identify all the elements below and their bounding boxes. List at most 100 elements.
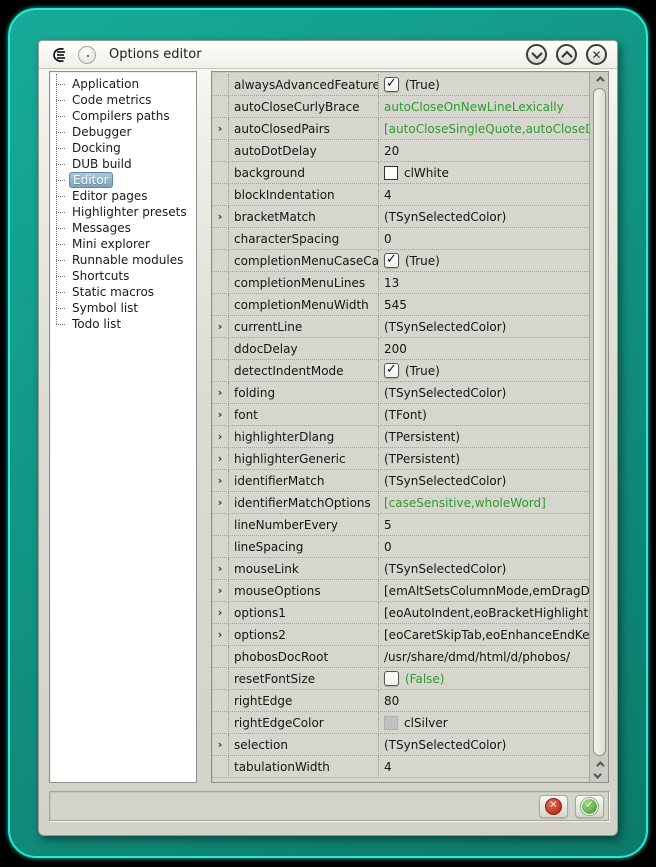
property-row[interactable]: characterSpacing0 — [212, 228, 589, 250]
property-row[interactable]: ›autoClosedPairs[autoCloseSingleQuote,au… — [212, 118, 589, 140]
property-row[interactable]: ›currentLine(TSynSelectedColor) — [212, 316, 589, 338]
sidebar-item-symbol-list[interactable]: Symbol list — [56, 300, 196, 316]
sidebar-item-debugger[interactable]: Debugger — [56, 124, 196, 140]
expand-arrow-icon[interactable]: › — [212, 602, 228, 624]
scroll-up-button-2[interactable] — [596, 758, 602, 770]
property-row[interactable]: completionMenuWidth545 — [212, 294, 589, 316]
property-row[interactable]: tabulationWidth4 — [212, 756, 589, 778]
property-value[interactable]: (TSynSelectedColor) — [378, 316, 589, 338]
property-value[interactable]: 4 — [378, 756, 589, 778]
property-value[interactable]: (TSynSelectedColor) — [378, 734, 589, 756]
sidebar-item-shortcuts[interactable]: Shortcuts — [56, 268, 196, 284]
expand-arrow-icon[interactable]: › — [212, 404, 228, 426]
sidebar-item-code-metrics[interactable]: Code metrics — [56, 92, 196, 108]
titlebar[interactable]: Options editor ✕ — [39, 41, 617, 69]
property-row[interactable]: ›font(TFont) — [212, 404, 589, 426]
sidebar-item-highlighter-presets[interactable]: Highlighter presets — [56, 204, 196, 220]
checkbox[interactable] — [384, 671, 399, 686]
property-value[interactable]: [autoCloseSingleQuote,autoCloseDo — [378, 118, 589, 140]
checkbox[interactable]: ✓ — [384, 363, 399, 378]
property-value[interactable]: (TPersistent) — [378, 426, 589, 448]
property-value[interactable]: 0 — [378, 536, 589, 558]
sidebar-item-static-macros[interactable]: Static macros — [56, 284, 196, 300]
close-button[interactable]: ✕ — [586, 44, 607, 65]
property-value[interactable]: (TPersistent) — [378, 448, 589, 470]
property-row[interactable]: resetFontSize(False) — [212, 668, 589, 690]
expand-arrow-icon[interactable]: › — [212, 470, 228, 492]
accept-button[interactable]: ✓ — [575, 795, 604, 818]
property-row[interactable]: ddocDelay200 — [212, 338, 589, 360]
maximize-button[interactable] — [556, 44, 577, 65]
scrollbar-thumb[interactable] — [593, 88, 606, 756]
property-row[interactable]: alwaysAdvancedFeatures✓(True) — [212, 74, 589, 96]
property-value[interactable]: [eoAutoIndent,eoBracketHighlight — [378, 602, 589, 624]
property-value[interactable]: (False) — [378, 668, 589, 690]
property-value[interactable]: /usr/share/dmd/html/d/phobos/ — [378, 646, 589, 668]
expand-arrow-icon[interactable]: › — [212, 206, 228, 228]
property-value[interactable]: 80 — [378, 690, 589, 712]
property-value[interactable]: 20 — [378, 140, 589, 162]
expand-arrow-icon[interactable]: › — [212, 118, 228, 140]
checkbox[interactable]: ✓ — [384, 253, 399, 268]
property-value[interactable]: ✓(True) — [378, 74, 589, 96]
property-value[interactable]: [eoCaretSkipTab,eoEnhanceEndKey — [378, 624, 589, 646]
property-row[interactable]: ›mouseLink(TSynSelectedColor) — [212, 558, 589, 580]
property-row[interactable]: ›highlighterGeneric(TPersistent) — [212, 448, 589, 470]
minimize-button[interactable] — [526, 44, 547, 65]
window-menu-button[interactable] — [78, 46, 96, 64]
expand-arrow-icon[interactable]: › — [212, 426, 228, 448]
sidebar-item-compilers-paths[interactable]: Compilers paths — [56, 108, 196, 124]
property-value[interactable]: (TSynSelectedColor) — [378, 470, 589, 492]
scroll-up-button[interactable] — [590, 72, 608, 86]
expand-arrow-icon[interactable]: › — [212, 580, 228, 602]
expand-arrow-icon[interactable]: › — [212, 382, 228, 404]
property-row[interactable]: ›identifierMatch(TSynSelectedColor) — [212, 470, 589, 492]
sidebar-item-runnable-modules[interactable]: Runnable modules — [56, 252, 196, 268]
property-value[interactable]: 200 — [378, 338, 589, 360]
expand-arrow-icon[interactable]: › — [212, 448, 228, 470]
property-value[interactable]: (TSynSelectedColor) — [378, 206, 589, 228]
sidebar-item-editor[interactable]: Editor — [56, 172, 196, 188]
property-row[interactable]: ›highlighterDlang(TPersistent) — [212, 426, 589, 448]
expand-arrow-icon[interactable]: › — [212, 558, 228, 580]
property-row[interactable]: autoCloseCurlyBraceautoCloseOnNewLineLex… — [212, 96, 589, 118]
property-row[interactable]: ›selection(TSynSelectedColor) — [212, 734, 589, 756]
property-value[interactable]: (TSynSelectedColor) — [378, 558, 589, 580]
property-row[interactable]: rightEdge80 — [212, 690, 589, 712]
property-row[interactable]: lineSpacing0 — [212, 536, 589, 558]
property-row[interactable]: blockIndentation4 — [212, 184, 589, 206]
sidebar-item-messages[interactable]: Messages — [56, 220, 196, 236]
property-value[interactable]: (TSynSelectedColor) — [378, 382, 589, 404]
property-row[interactable]: ›options2[eoCaretSkipTab,eoEnhanceEndKey — [212, 624, 589, 646]
property-value[interactable]: clSilver — [378, 712, 589, 734]
property-value[interactable]: [emAltSetsColumnMode,emDragDro — [378, 580, 589, 602]
property-row[interactable]: ›options1[eoAutoIndent,eoBracketHighligh… — [212, 602, 589, 624]
property-row[interactable]: backgroundclWhite — [212, 162, 589, 184]
property-row[interactable]: detectIndentMode✓(True) — [212, 360, 589, 382]
scrollbar[interactable] — [589, 72, 608, 782]
sidebar-item-mini-explorer[interactable]: Mini explorer — [56, 236, 196, 252]
property-value[interactable]: (TFont) — [378, 404, 589, 426]
checkbox[interactable]: ✓ — [384, 77, 399, 92]
expand-arrow-icon[interactable]: › — [212, 316, 228, 338]
scroll-down-button[interactable] — [596, 770, 602, 782]
property-value[interactable]: clWhite — [378, 162, 589, 184]
property-value[interactable]: 4 — [378, 184, 589, 206]
property-value[interactable]: 0 — [378, 228, 589, 250]
sidebar-item-editor-pages[interactable]: Editor pages — [56, 188, 196, 204]
property-row[interactable]: completionMenuLines13 — [212, 272, 589, 294]
sidebar-item-application[interactable]: Application — [56, 76, 196, 92]
property-value[interactable]: ✓(True) — [378, 360, 589, 382]
property-value[interactable]: ✓(True) — [378, 250, 589, 272]
property-row[interactable]: phobosDocRoot/usr/share/dmd/html/d/phobo… — [212, 646, 589, 668]
property-value[interactable]: [caseSensitive,wholeWord] — [378, 492, 589, 514]
property-row[interactable]: ›folding(TSynSelectedColor) — [212, 382, 589, 404]
property-row[interactable]: ›mouseOptions[emAltSetsColumnMode,emDrag… — [212, 580, 589, 602]
property-value[interactable]: autoCloseOnNewLineLexically — [378, 96, 589, 118]
property-row[interactable]: ›identifierMatchOptions[caseSensitive,wh… — [212, 492, 589, 514]
cancel-button[interactable]: ✕ — [539, 795, 568, 818]
expand-arrow-icon[interactable]: › — [212, 492, 228, 514]
property-value[interactable]: 545 — [378, 294, 589, 316]
property-value[interactable]: 5 — [378, 514, 589, 536]
sidebar-item-dub-build[interactable]: DUB build — [56, 156, 196, 172]
